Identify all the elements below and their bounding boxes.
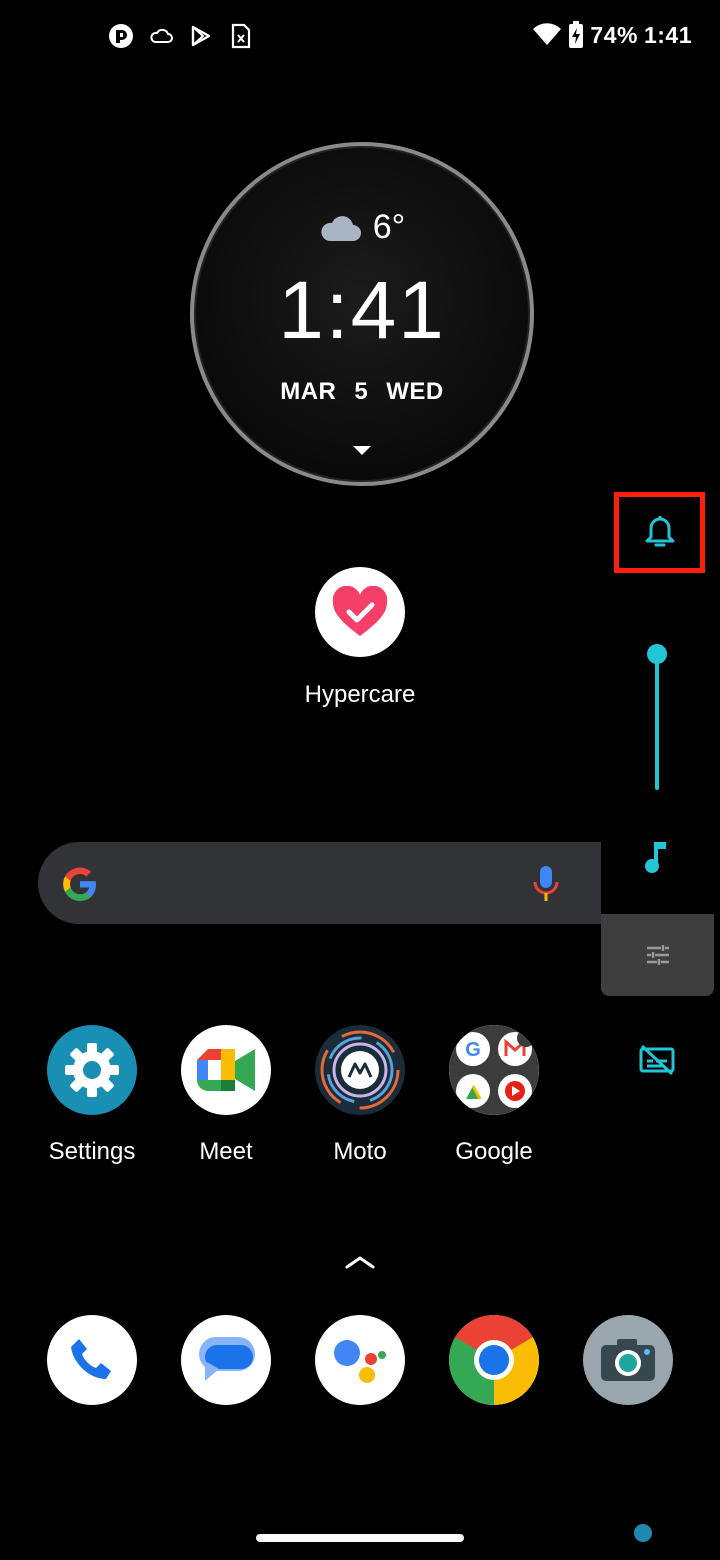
- cloud-icon: [321, 215, 361, 241]
- clock-date: MAR 5 WED: [194, 378, 530, 406]
- page-indicator-dot: [634, 1524, 652, 1542]
- google-label: Google: [455, 1138, 533, 1165]
- expand-caret-icon[interactable]: [353, 446, 371, 455]
- google-apps-folder-icon: G: [449, 1025, 539, 1115]
- sliders-icon: [646, 945, 669, 965]
- volume-slider-thumb[interactable]: [647, 644, 667, 664]
- svg-text:G: G: [465, 1039, 481, 1061]
- status-bar-left: [108, 22, 254, 50]
- google-g-icon: [63, 867, 96, 901]
- assistant-dots-icon: [334, 1340, 386, 1383]
- app-drawer-chevron-icon[interactable]: [344, 1252, 376, 1270]
- camera-icon: [601, 1339, 655, 1381]
- temperature: 6°: [372, 208, 406, 246]
- clock-widget[interactable]: 6° 1:41 MAR 5 WED: [190, 142, 534, 486]
- settings-app-icon[interactable]: [47, 1025, 137, 1115]
- weather: 6°: [194, 208, 530, 247]
- hypercare-label: Hypercare: [304, 681, 416, 708]
- google-folder-icon[interactable]: G: [449, 1025, 539, 1115]
- meet-camera-icon: [197, 1049, 255, 1091]
- meet-app-icon[interactable]: [181, 1025, 271, 1115]
- status-time: 1:41: [643, 21, 692, 48]
- settings-label: Settings: [48, 1138, 136, 1165]
- play-store-icon: [188, 23, 214, 49]
- bell-icon: [645, 515, 674, 546]
- chrome-app-icon[interactable]: [449, 1315, 539, 1405]
- phone-app-icon[interactable]: [47, 1315, 137, 1405]
- gear-icon: [65, 1043, 119, 1097]
- phone-icon: [71, 1339, 111, 1379]
- sim-icon: [228, 23, 254, 49]
- moto-label: Moto: [333, 1138, 387, 1165]
- meet-label: Meet: [199, 1138, 253, 1165]
- status-bar-right: 74% 1:41: [532, 18, 692, 52]
- date-month: MAR: [280, 378, 337, 405]
- music-note-icon: [645, 842, 666, 873]
- date-weekday: WED: [386, 378, 444, 405]
- ring-mode-button[interactable]: [614, 492, 705, 573]
- volume-slider-track[interactable]: [655, 658, 659, 790]
- gesture-nav-handle[interactable]: [256, 1534, 464, 1542]
- cloud-icon: [148, 23, 174, 49]
- captions-off-icon: [639, 1044, 675, 1076]
- live-caption-button[interactable]: [634, 1040, 680, 1080]
- chrome-icon: [449, 1315, 539, 1405]
- wifi-icon: [533, 23, 562, 45]
- heart-check-icon: [332, 586, 388, 636]
- date-day: 5: [354, 378, 369, 405]
- moto-app-icon[interactable]: [315, 1025, 405, 1115]
- clock-time: 1:41: [278, 265, 446, 356]
- google-search-bar[interactable]: [38, 842, 601, 924]
- battery-percent: 74%: [590, 21, 638, 48]
- microphone-icon[interactable]: [532, 864, 560, 904]
- hypercare-app-icon[interactable]: [315, 567, 405, 657]
- media-volume-button[interactable]: [636, 836, 678, 878]
- messages-app-icon[interactable]: [181, 1315, 271, 1405]
- camera-app-icon[interactable]: [583, 1315, 673, 1405]
- volume-settings-button[interactable]: [601, 914, 714, 996]
- app-notification-icon: [108, 23, 134, 49]
- message-bubble-icon: [199, 1337, 255, 1381]
- battery-charging-icon: [569, 21, 584, 48]
- moto-logo-icon: [320, 1030, 400, 1110]
- assistant-app-icon[interactable]: [315, 1315, 405, 1405]
